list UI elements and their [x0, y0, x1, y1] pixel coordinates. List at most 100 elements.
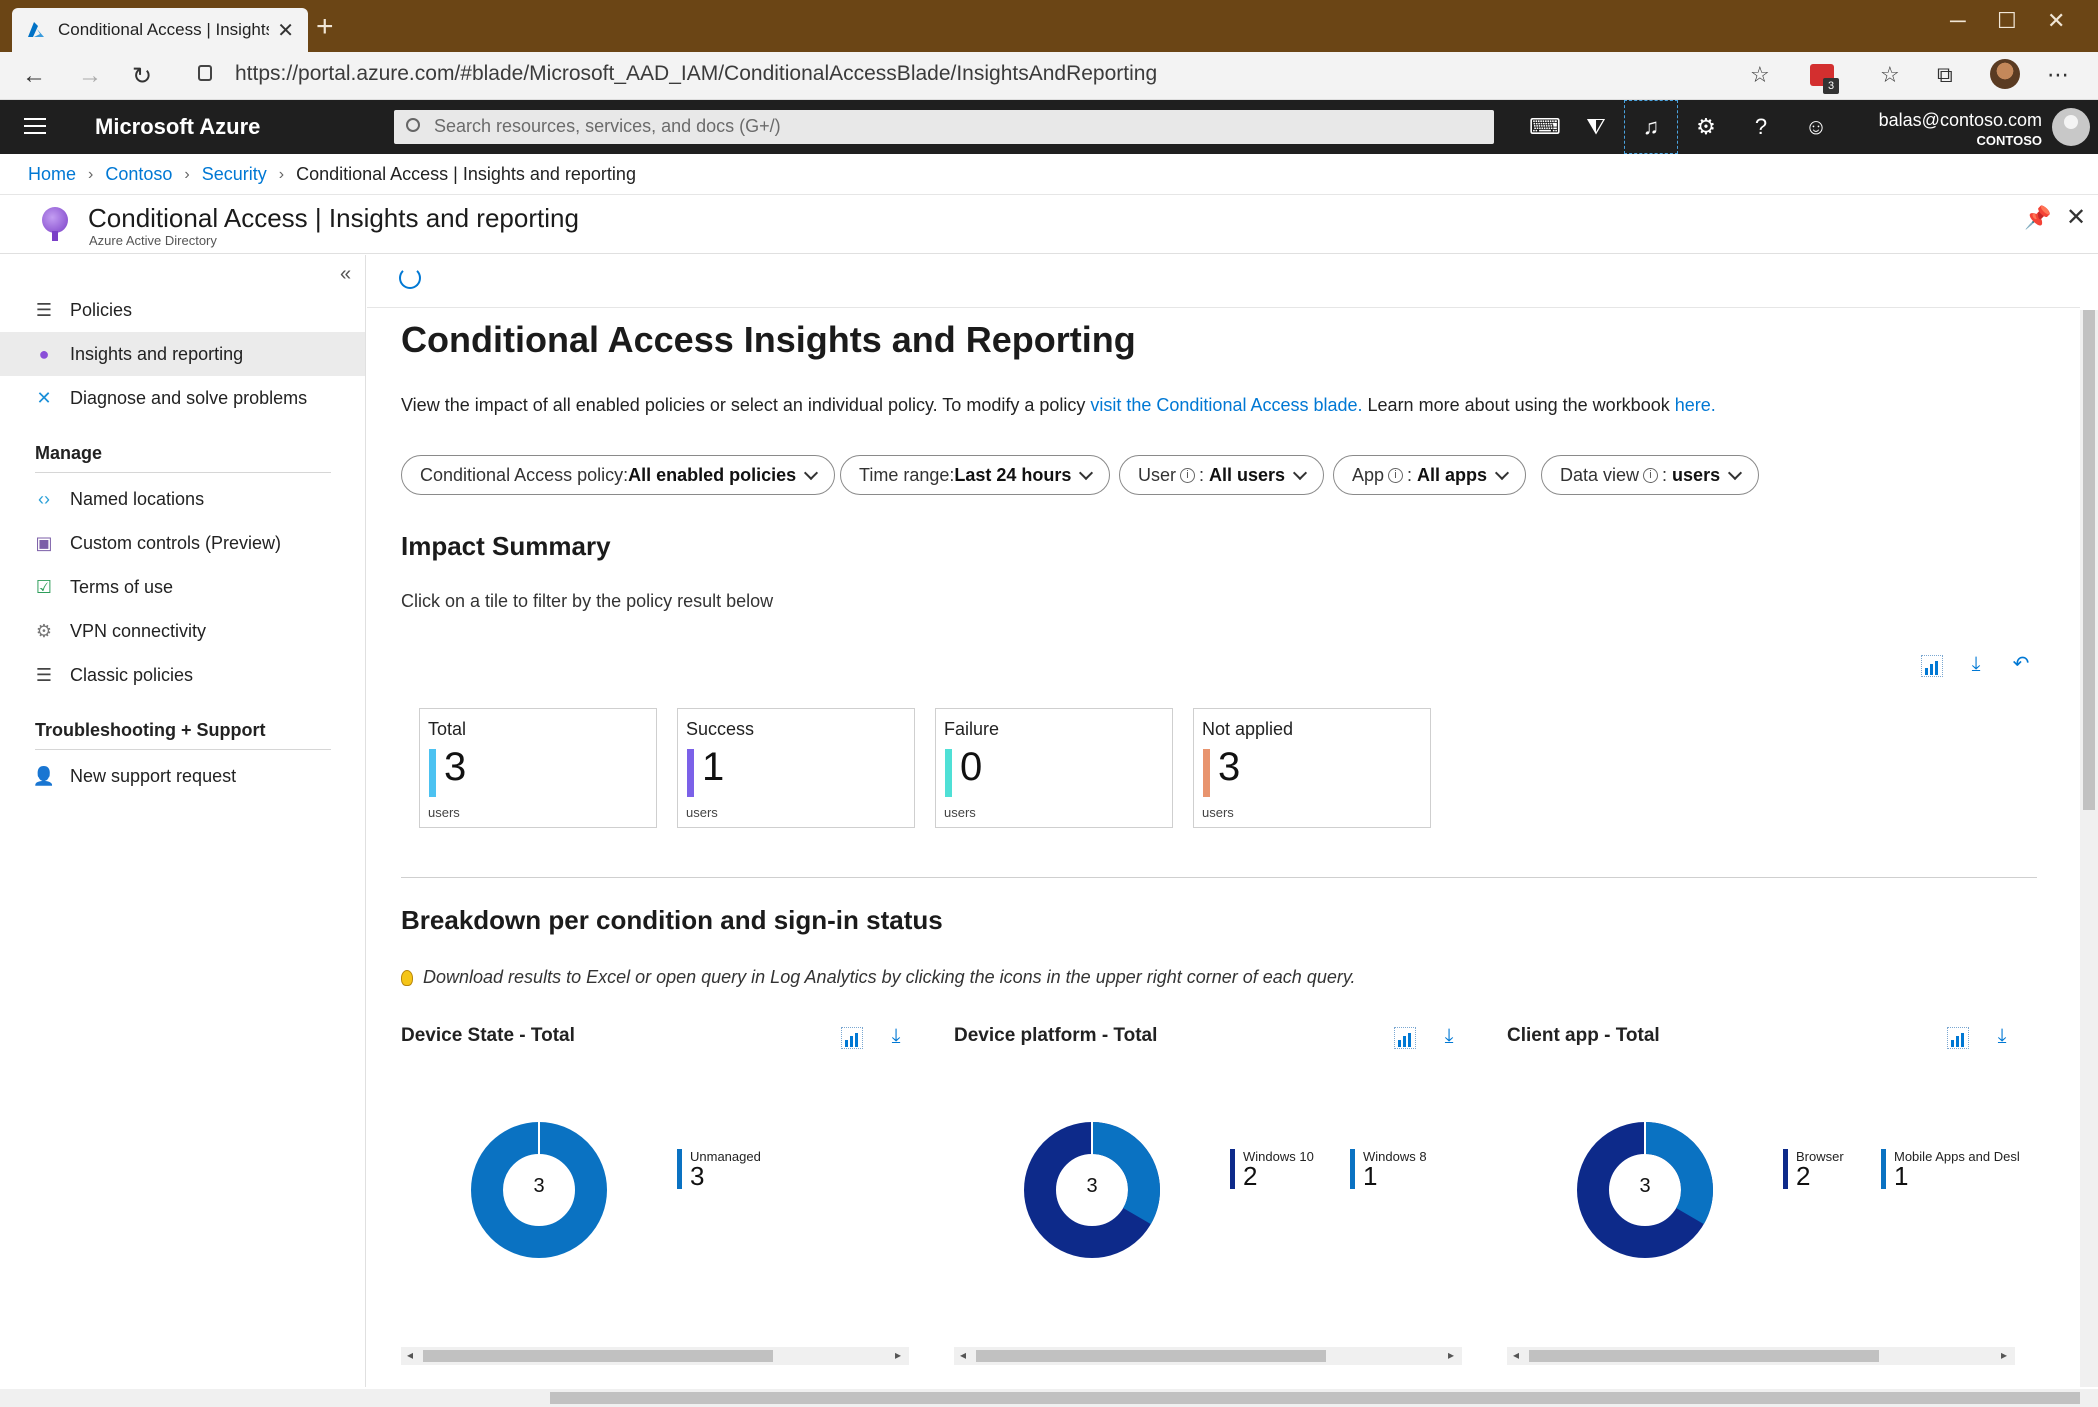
log-analytics-icon[interactable]	[1394, 1027, 1416, 1049]
data-view-dropdown[interactable]: Data view i: users	[1541, 455, 1760, 495]
favorites-icon[interactable]: ☆	[1880, 62, 1900, 88]
new-tab-icon[interactable]: +	[316, 12, 334, 42]
url-field[interactable]: https://portal.azure.com/#blade/Microsof…	[235, 62, 1157, 86]
nav-item-label: New support request	[70, 765, 237, 786]
impact-summary-hint: Click on a tile to filter by the policy …	[401, 591, 774, 611]
blade-close-icon[interactable]: ✕	[2066, 203, 2086, 232]
panel-horizontal-scrollbar[interactable]: ◂ ▸	[954, 1347, 1462, 1365]
global-search-input[interactable]: Search resources, services, and docs (G+…	[394, 110, 1494, 144]
info-icon[interactable]: i	[1388, 467, 1404, 483]
nav-item-named-locations[interactable]: ‹› Named locations	[0, 477, 365, 521]
refresh-icon[interactable]	[399, 267, 421, 289]
brand-title[interactable]: Microsoft Azure	[95, 114, 260, 140]
download-icon[interactable]: ⤓	[1991, 1025, 2013, 1047]
app-filter-dropdown[interactable]: App i: All apps	[1333, 455, 1527, 495]
bell-icon: ♫	[1642, 114, 1660, 139]
log-analytics-icon[interactable]	[841, 1027, 863, 1049]
nav-item-custom-controls[interactable]: ▣ Custom controls (Preview)	[0, 521, 365, 565]
reload-icon[interactable]: ↻	[132, 62, 152, 91]
tile-failure[interactable]: Failure 0 users	[935, 708, 1173, 828]
tile-color-bar	[687, 749, 694, 797]
policy-filter-dropdown[interactable]: Conditional Access policy: All enabled p…	[401, 455, 836, 495]
workbook-help-link[interactable]: here.	[1675, 395, 1716, 415]
breadcrumb: Home › Contoso › Security › Conditional …	[28, 164, 636, 185]
scroll-thumb[interactable]	[550, 1392, 2080, 1404]
scroll-left-icon[interactable]: ◂	[1513, 1348, 1519, 1362]
download-icon[interactable]: ⤓	[885, 1025, 907, 1047]
nav-item-diagnose[interactable]: ✕ Diagnose and solve problems	[0, 376, 365, 420]
download-icon[interactable]: ⤓	[1438, 1025, 1460, 1047]
panel-horizontal-scrollbar[interactable]: ◂ ▸	[401, 1347, 909, 1365]
tile-value: 3	[444, 745, 467, 789]
scroll-right-icon[interactable]: ▸	[2001, 1348, 2007, 1362]
nav-item-vpn[interactable]: ⚙ VPN connectivity	[0, 609, 365, 653]
tab-close-icon[interactable]: ✕	[277, 18, 294, 43]
cloud-shell-icon[interactable]: ⌨	[1529, 114, 1561, 140]
ca-blade-link[interactable]: visit the Conditional Access blade.	[1090, 395, 1362, 415]
forward-icon[interactable]: →	[78, 62, 102, 90]
content-vertical-scrollbar[interactable]	[2080, 310, 2098, 1387]
panel-horizontal-scrollbar[interactable]: ◂ ▸	[1507, 1347, 2015, 1365]
settings-gear-icon[interactable]: ⚙	[1693, 114, 1719, 140]
portal-menu-icon[interactable]	[24, 118, 46, 134]
nav-item-insights[interactable]: ● Insights and reporting	[0, 332, 365, 376]
client-app-panel: Client app - Total ⤓ 3 Browser 2 Mobile …	[1507, 1025, 2027, 1365]
nav-item-policies[interactable]: ☰ Policies	[0, 288, 365, 332]
scroll-right-icon[interactable]: ▸	[895, 1348, 901, 1362]
nav-item-classic-policies[interactable]: ☰ Classic policies	[0, 653, 365, 697]
minimize-icon[interactable]: ─	[1950, 8, 1966, 34]
breadcrumb-contoso[interactable]: Contoso	[105, 164, 172, 185]
filter-value: All enabled policies	[628, 464, 797, 485]
directory-filter-icon[interactable]: ⧨	[1583, 114, 1609, 140]
scroll-thumb[interactable]	[976, 1350, 1326, 1362]
nav-item-new-support-request[interactable]: 👤 New support request	[0, 754, 365, 798]
user-filter-dropdown[interactable]: User i: All users	[1119, 455, 1325, 495]
info-icon[interactable]: i	[1643, 467, 1659, 483]
browser-tab[interactable]: Conditional Access | Insights and ✕	[12, 8, 308, 52]
list-icon: ☰	[35, 299, 53, 320]
pin-icon[interactable]: 📌	[2024, 205, 2051, 231]
browser-profile-avatar[interactable]	[1990, 59, 2020, 89]
log-analytics-icon[interactable]	[1947, 1027, 1969, 1049]
download-icon[interactable]: ⤓	[1965, 653, 1987, 675]
filter-value: Last 24 hours	[954, 464, 1072, 485]
nav-item-terms-of-use[interactable]: ☑ Terms of use	[0, 565, 365, 609]
scroll-thumb[interactable]	[423, 1350, 773, 1362]
breakdown-tip: Download results to Excel or open query …	[401, 967, 1356, 988]
breadcrumb-chevron-icon: ›	[278, 165, 285, 183]
nav-item-label: Classic policies	[70, 664, 194, 685]
window-close-icon[interactable]: ✕	[2047, 8, 2065, 34]
scroll-left-icon[interactable]: ◂	[407, 1348, 413, 1362]
breadcrumb-home[interactable]: Home	[28, 164, 76, 185]
legend-value: 2	[1243, 1161, 1258, 1191]
time-range-dropdown[interactable]: Time range: Last 24 hours	[840, 455, 1111, 495]
help-icon[interactable]: ?	[1748, 114, 1774, 140]
device-state-panel: Device State - Total ⤓ 3 Unmanaged 3 ◂ ▸	[401, 1025, 921, 1365]
page-horizontal-scrollbar[interactable]	[0, 1389, 2098, 1407]
account-menu[interactable]: balas@contoso.com CONTOSO	[1879, 110, 2042, 148]
back-icon[interactable]: ←	[22, 62, 46, 90]
scroll-right-icon[interactable]: ▸	[1448, 1348, 1454, 1362]
legend-value: 1	[1894, 1161, 1909, 1191]
feedback-smiley-icon[interactable]: ☺	[1803, 114, 1829, 140]
account-avatar[interactable]	[2052, 108, 2090, 146]
notifications-button[interactable]: ♫	[1624, 100, 1678, 154]
tile-total[interactable]: Total 3 users	[419, 708, 657, 828]
breadcrumb-security[interactable]: Security	[202, 164, 267, 185]
scroll-left-icon[interactable]: ◂	[960, 1348, 966, 1362]
collections-icon[interactable]: ⧉	[1937, 62, 1953, 88]
info-icon[interactable]: i	[1180, 467, 1196, 483]
tile-value: 0	[960, 745, 983, 789]
favorite-star-icon[interactable]: ☆	[1750, 62, 1770, 88]
undo-icon[interactable]: ↶	[2010, 653, 2032, 675]
more-menu-icon[interactable]: ⋯	[2047, 62, 2069, 88]
maximize-icon[interactable]: ☐	[1997, 8, 2017, 34]
scroll-thumb[interactable]	[1529, 1350, 1879, 1362]
collapse-menu-icon[interactable]: «	[340, 263, 351, 286]
log-analytics-icon[interactable]	[1921, 655, 1943, 677]
tile-success[interactable]: Success 1 users	[677, 708, 915, 828]
scroll-thumb[interactable]	[2083, 310, 2095, 810]
tile-value: 3	[1218, 745, 1241, 789]
tile-not-applied[interactable]: Not applied 3 users	[1193, 708, 1431, 828]
location-code-icon: ‹›	[38, 488, 50, 509]
